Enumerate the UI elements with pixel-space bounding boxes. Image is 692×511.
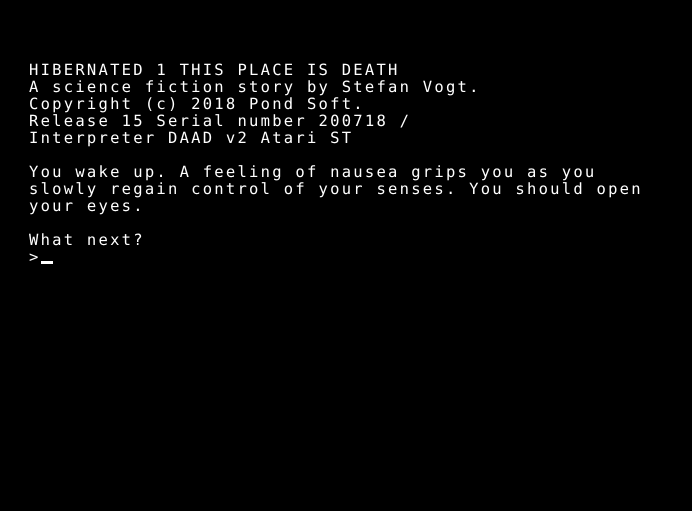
command-input-line[interactable]: > — [29, 249, 682, 266]
story-paragraph: You wake up. A feeling of nausea grips y… — [29, 164, 682, 215]
banner-title: HIBERNATED 1 THIS PLACE IS DEATH — [29, 61, 400, 79]
spacer-line-1 — [29, 147, 682, 164]
story-line: You wake up. A feeling of nausea grips y… — [29, 163, 597, 181]
banner-release: Release 15 Serial number 200718 / — [29, 112, 412, 130]
banner-interpreter: Interpreter DAAD v2 Atari ST — [29, 129, 354, 147]
game-banner: HIBERNATED 1 THIS PLACE IS DEATH A scien… — [29, 62, 682, 147]
story-line: slowly regain control of your senses. Yo… — [29, 180, 643, 198]
terminal-screen[interactable]: HIBERNATED 1 THIS PLACE IS DEATH A scien… — [0, 0, 692, 511]
banner-byline: A science fiction story by Stefan Vogt. — [29, 78, 481, 96]
prompt-sigil: > — [29, 248, 41, 266]
text-cursor — [40, 261, 53, 264]
banner-copyright: Copyright (c) 2018 Pond Soft. — [29, 95, 365, 113]
prompt-question: What next? — [29, 231, 145, 249]
spacer-line-2 — [29, 215, 682, 232]
story-line: your eyes. — [29, 197, 145, 215]
